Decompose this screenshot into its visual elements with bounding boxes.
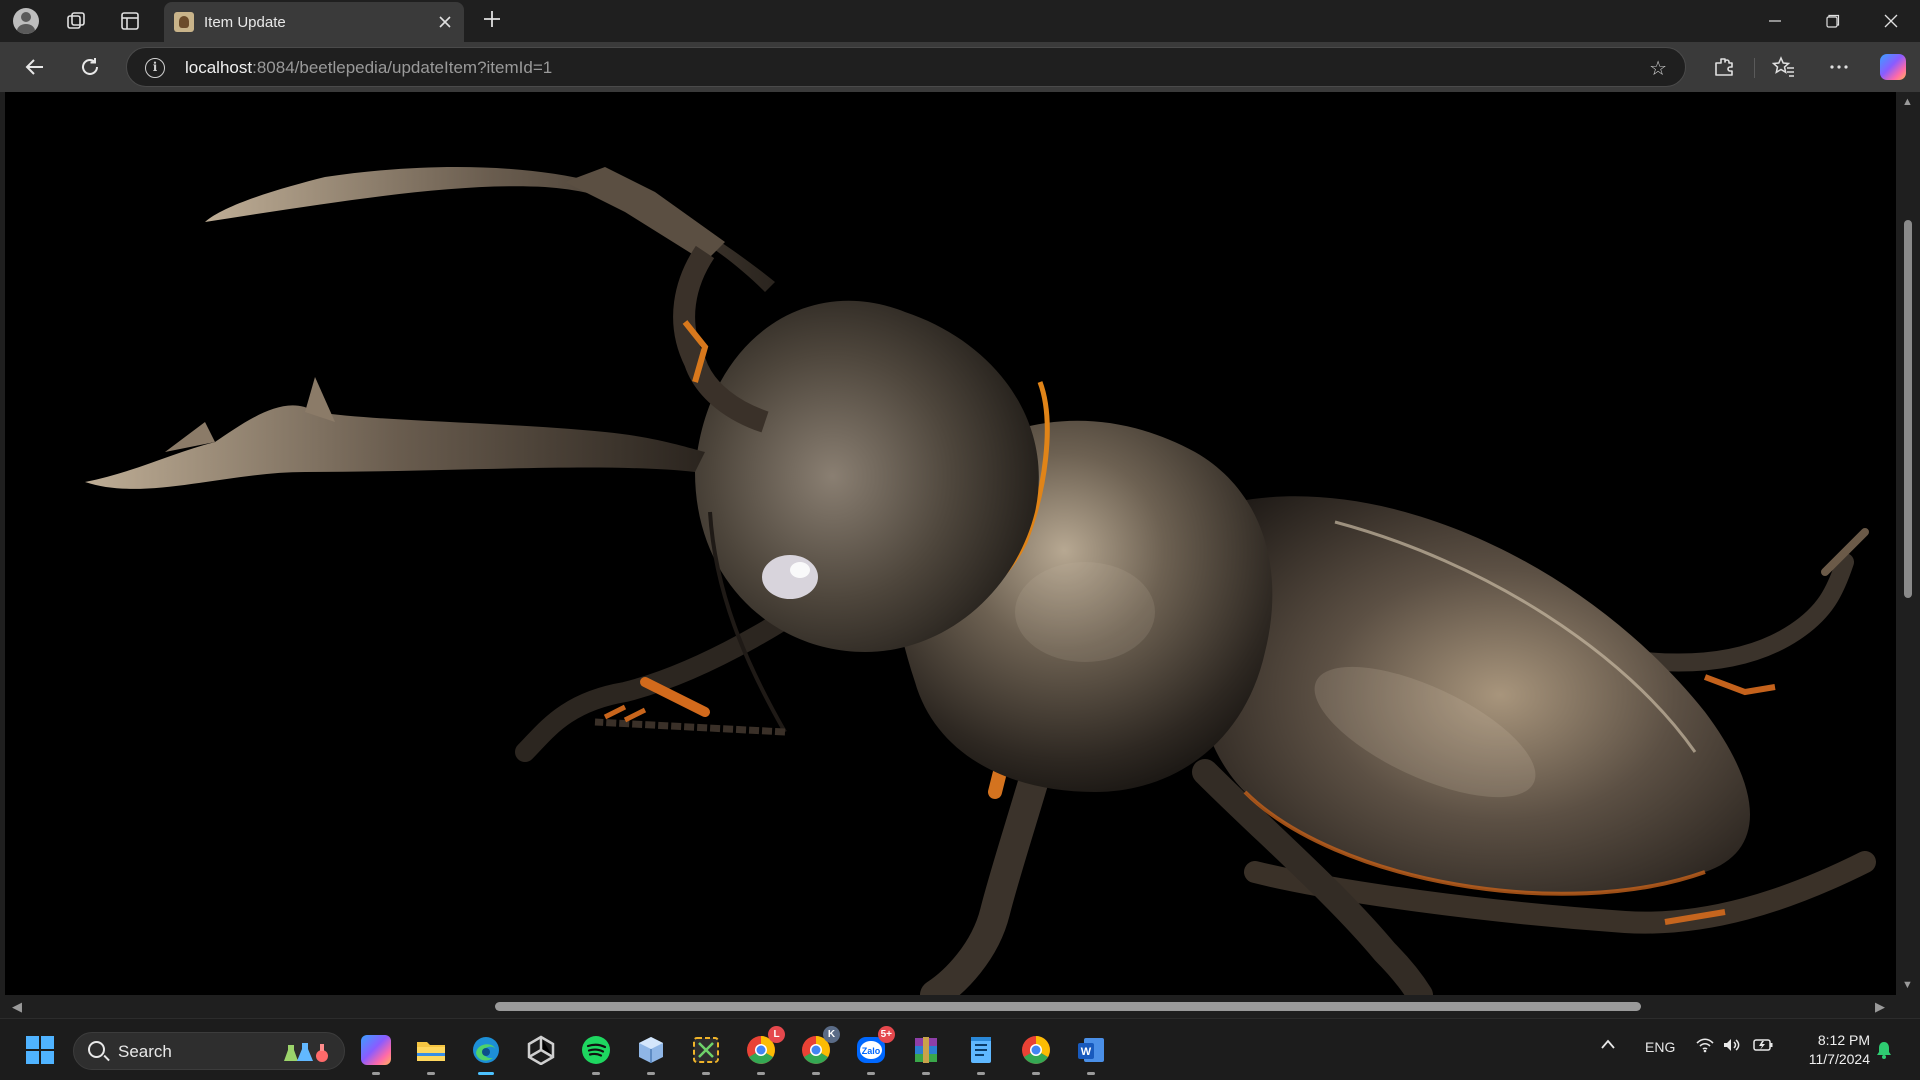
favorite-star-icon[interactable]: ☆ — [1649, 56, 1667, 81]
svg-text:Zalo: Zalo — [862, 1046, 881, 1056]
word-icon: W — [1078, 1038, 1104, 1062]
start-button[interactable] — [22, 1032, 58, 1068]
beetle-favicon-icon — [174, 12, 194, 32]
browser-window: Item Update i localhost:8084/beetlepedia… — [0, 0, 1920, 1018]
battery-icon[interactable] — [1752, 1037, 1774, 1056]
restore-button[interactable] — [1804, 0, 1862, 42]
taskbar-chrome[interactable] — [1018, 1032, 1054, 1075]
scroll-up-arrow-icon[interactable]: ▲ — [1902, 96, 1913, 108]
taskbar-file-explorer[interactable] — [413, 1032, 449, 1075]
stag-beetle-image — [5, 92, 1896, 995]
avatar — [13, 8, 39, 34]
taskbar-edge[interactable] — [468, 1032, 504, 1075]
search-icon — [88, 1041, 105, 1058]
volume-icon[interactable] — [1722, 1037, 1742, 1056]
taskbar-chrome-k[interactable]: K — [798, 1026, 840, 1075]
windows-taskbar: Search L K Zalo 5+ W ENG 8:12 PM 11/7/20… — [0, 1018, 1920, 1080]
url-host: localhost — [185, 58, 253, 77]
search-label: Search — [118, 1042, 172, 1061]
snipping-tool-icon — [693, 1037, 719, 1063]
chrome-profile-badge: K — [823, 1026, 840, 1043]
taskbar-virtualbox[interactable] — [633, 1032, 669, 1075]
horizontal-scrollbar[interactable]: ◀ ▶ — [5, 995, 1896, 1018]
vertical-scroll-thumb[interactable] — [1904, 220, 1912, 598]
site-info-icon[interactable]: i — [145, 58, 165, 78]
wifi-icon[interactable] — [1695, 1037, 1715, 1056]
new-tab-button[interactable] — [478, 8, 506, 34]
browser-toolbar: i localhost:8084/beetlepedia/updateItem?… — [0, 42, 1920, 92]
close-window-button[interactable] — [1862, 0, 1920, 42]
page-viewport[interactable] — [5, 92, 1896, 995]
clock-time: 8:12 PM — [1817, 1032, 1870, 1048]
virtualbox-icon — [639, 1037, 663, 1063]
scroll-right-arrow-icon[interactable]: ▶ — [1875, 999, 1885, 1015]
extensions-icon[interactable] — [1709, 52, 1739, 82]
taskbar-copilot[interactable] — [358, 1032, 394, 1075]
refresh-button[interactable] — [75, 52, 105, 82]
toolbar-divider — [1754, 58, 1755, 78]
back-button[interactable] — [20, 52, 50, 82]
show-hidden-icons-button[interactable] — [1600, 1037, 1616, 1053]
clock-date: 11/7/2024 — [1808, 1051, 1870, 1067]
url-text[interactable]: localhost:8084/beetlepedia/updateItem?it… — [185, 58, 552, 78]
taskbar-word[interactable]: W — [1073, 1032, 1109, 1075]
taskbar-chrome-l[interactable]: L — [743, 1026, 785, 1075]
profile-button[interactable] — [12, 8, 40, 34]
clock[interactable]: 8:12 PM 11/7/2024 — [1794, 1031, 1870, 1069]
zalo-notification-badge: 5+ — [877, 1026, 895, 1043]
minimize-button[interactable] — [1746, 0, 1804, 42]
taskbar-spotify[interactable] — [578, 1032, 614, 1075]
taskbar-unity[interactable] — [523, 1032, 559, 1068]
taskbar-winrar[interactable] — [908, 1032, 944, 1075]
copilot-app-icon — [361, 1035, 391, 1065]
taskbar-notepad[interactable] — [963, 1032, 999, 1075]
vertical-tabs-icon[interactable] — [116, 8, 144, 34]
tab-title: Item Update — [204, 13, 286, 31]
chrome-icon — [1022, 1036, 1050, 1064]
notification-bell-icon[interactable] — [1876, 1041, 1892, 1059]
svg-text:W: W — [1081, 1046, 1092, 1058]
taskbar-search[interactable]: Search — [73, 1032, 345, 1070]
url-path: :8084/beetlepedia/updateItem?itemId=1 — [252, 58, 553, 77]
vertical-scrollbar[interactable]: ▲ ▼ — [1896, 92, 1920, 995]
folder-icon — [417, 1042, 445, 1061]
notepad-icon — [971, 1037, 991, 1063]
scroll-left-arrow-icon[interactable]: ◀ — [12, 999, 22, 1015]
copilot-icon[interactable] — [1878, 52, 1908, 82]
more-options-icon[interactable] — [1824, 52, 1854, 82]
edge-icon — [473, 1037, 499, 1063]
chrome-profile-badge: L — [768, 1026, 785, 1043]
tab-strip: Item Update — [0, 0, 1920, 42]
unity-icon — [527, 1035, 555, 1065]
spotify-icon — [582, 1036, 610, 1064]
workspaces-icon[interactable] — [63, 8, 91, 34]
winrar-icon — [915, 1037, 937, 1063]
search-highlight-flasks-icon — [284, 1043, 328, 1062]
windows-logo-icon — [26, 1036, 54, 1064]
favorites-icon[interactable] — [1769, 52, 1799, 82]
language-indicator[interactable]: ENG — [1645, 1039, 1675, 1055]
scroll-down-arrow-icon[interactable]: ▼ — [1902, 979, 1913, 991]
taskbar-snipping-tool[interactable] — [688, 1032, 724, 1075]
close-tab-icon[interactable] — [432, 9, 458, 35]
taskbar-zalo[interactable]: Zalo 5+ — [853, 1026, 895, 1075]
horizontal-scroll-thumb[interactable] — [495, 1002, 1641, 1011]
tab-item-update[interactable]: Item Update — [164, 2, 464, 42]
address-bar[interactable]: i localhost:8084/beetlepedia/updateItem?… — [126, 47, 1686, 87]
